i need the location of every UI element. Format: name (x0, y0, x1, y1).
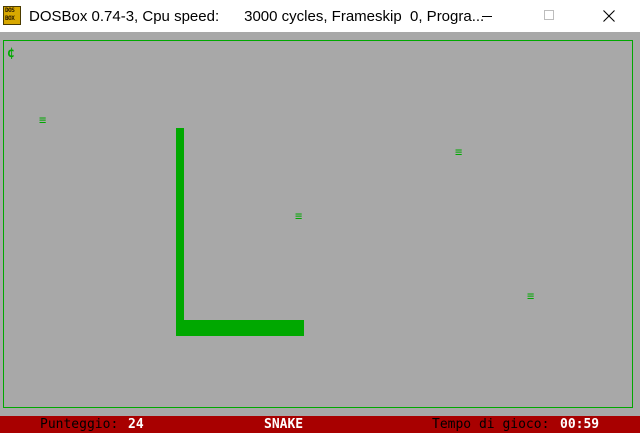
maximize-icon (544, 10, 554, 20)
time-value: 00:59 (560, 417, 600, 432)
title-bar[interactable]: DOS BOX DOSBox 0.74-3, Cpu speed: 3000 c… (0, 0, 640, 32)
food-item: ≡ (455, 145, 463, 159)
dos-screen[interactable]: ¢ ≡ ≡ ≡ ≡ Punteggio: 24 SNAKE Tempo di g… (0, 32, 640, 433)
game-playfield (3, 40, 633, 408)
snake-body-horizontal (176, 320, 304, 336)
game-title: SNAKE (264, 417, 304, 432)
food-item: ≡ (527, 289, 535, 303)
close-button[interactable] (586, 0, 632, 32)
close-icon (603, 10, 615, 22)
app-icon-text-top: DOS (5, 7, 15, 14)
score-value: 24 (128, 417, 144, 432)
time-label: Tempo di gioco: (432, 417, 550, 432)
status-bar: Punteggio: 24 SNAKE Tempo di gioco: 00:5… (0, 416, 640, 433)
cursor-character: ¢ (7, 46, 15, 61)
dosbox-app-icon[interactable]: DOS BOX (3, 6, 21, 25)
minimize-button[interactable] (464, 0, 510, 32)
food-item: ≡ (295, 209, 303, 223)
score-label: Punteggio: (40, 417, 119, 432)
snake-body-vertical (176, 128, 184, 336)
window-title: DOSBox 0.74-3, Cpu speed: 3000 cycles, F… (29, 8, 485, 25)
maximize-button[interactable] (526, 0, 572, 32)
app-icon-text-bottom: BOX (5, 15, 15, 22)
minimize-icon (482, 16, 492, 17)
food-item: ≡ (39, 113, 47, 127)
